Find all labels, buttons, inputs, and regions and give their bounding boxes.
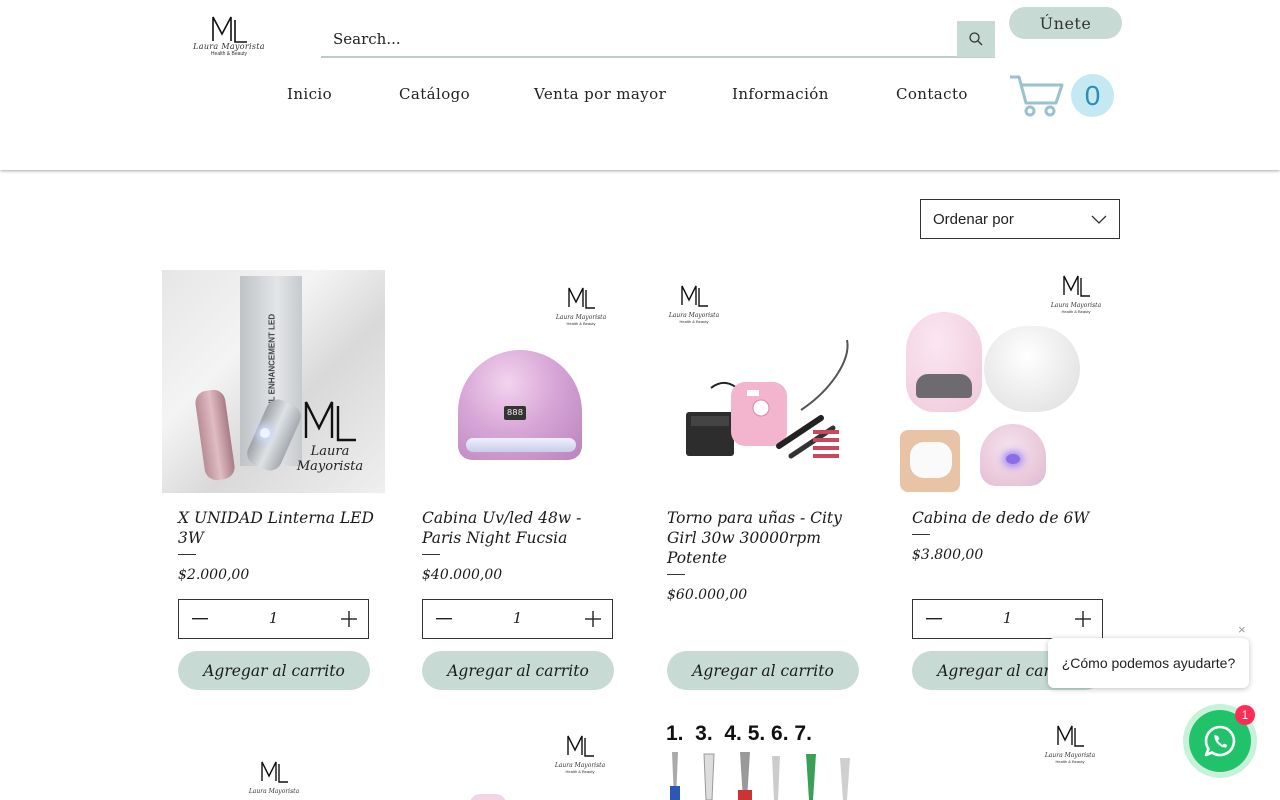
- product-image[interactable]: Laura Mayorista Health & Beauty: [896, 270, 1119, 493]
- plus-icon: [341, 611, 357, 627]
- product-price: $60.000,00: [667, 587, 748, 603]
- drill-bits-label: 1. 3. 4. 5. 6. 7.: [666, 722, 812, 745]
- product-divider: [422, 554, 440, 555]
- watermark-tagline: Health & Beauty: [566, 321, 596, 326]
- cart-button[interactable]: 0: [1008, 72, 1118, 120]
- join-button[interactable]: Únete: [1009, 7, 1122, 39]
- sort-label: Ordenar por: [933, 210, 1014, 228]
- quantity-value[interactable]: 1: [1003, 609, 1013, 627]
- watermark-brand-text: Laura Mayorista: [554, 762, 606, 769]
- watermark-logo: Laura Mayorista Health & Beauty: [540, 734, 620, 774]
- add-to-cart-button[interactable]: Agregar al carrito: [667, 651, 859, 690]
- cart-count-badge: 0: [1071, 74, 1114, 117]
- product-image-fragment: [470, 794, 506, 800]
- chat-prompt-text: ¿Cómo podemos ayudarte?: [1061, 655, 1236, 671]
- logo-brand-text: Laura Mayorista: [193, 42, 265, 51]
- quantity-value[interactable]: 1: [269, 609, 279, 627]
- logo-monogram-icon: [567, 735, 594, 757]
- watermark-logo: Laura Mayorista Health & Beauty: [1030, 724, 1110, 764]
- product-price: $3.800,00: [912, 547, 984, 563]
- product-card: Laura Mayorista Health & Beauty 888 Cabi…: [406, 270, 629, 690]
- plus-icon: [585, 611, 601, 627]
- product-name[interactable]: Torno para uñas - City Girl 30w 30000rpm…: [667, 508, 867, 568]
- quantity-decrease-button[interactable]: [433, 608, 455, 630]
- site-logo[interactable]: Laura Mayorista Health & Beauty: [186, 14, 272, 66]
- site-header: Laura Mayorista Health & Beauty Únete In…: [0, 0, 1280, 170]
- product-divider: [178, 554, 196, 555]
- search-input[interactable]: [321, 21, 957, 56]
- quantity-increase-button[interactable]: [582, 608, 604, 630]
- plus-icon: [1075, 611, 1091, 627]
- watermark-logo: Laura Mayorista Health & Beauty: [1036, 274, 1116, 314]
- watermark-brand-text: Laura Mayorista: [555, 314, 607, 321]
- logo-monogram-icon: [304, 401, 356, 442]
- quantity-decrease-button[interactable]: [923, 608, 945, 630]
- watermark-tagline: Health & Beauty: [1061, 309, 1091, 314]
- quantity-increase-button[interactable]: [338, 608, 360, 630]
- minus-icon: [436, 618, 452, 620]
- nav-item-contacto[interactable]: Contacto: [896, 85, 968, 103]
- product-image-label: 888: [504, 406, 526, 420]
- nav-item-inicio[interactable]: Inicio: [287, 85, 332, 103]
- product-image[interactable]: NAIL ENHANCEMENT LED Laura Mayorista: [162, 270, 385, 493]
- minus-icon: [926, 618, 942, 620]
- quantity-stepper[interactable]: 1: [912, 599, 1103, 639]
- search-bar: [321, 21, 995, 58]
- drill-bits-illustration: [670, 752, 850, 800]
- whatsapp-icon: [1204, 725, 1236, 757]
- search-icon: [969, 32, 983, 46]
- product-card: Laura Mayorista Health & Beauty Cabina d…: [896, 270, 1119, 690]
- quantity-stepper[interactable]: 1: [178, 599, 369, 639]
- chat-prompt-bubble[interactable]: ¿Cómo podemos ayudarte?: [1048, 638, 1249, 688]
- product-name[interactable]: X UNIDAD Linterna LED 3W: [178, 508, 378, 548]
- notification-badge: 1: [1235, 705, 1255, 725]
- add-to-cart-button[interactable]: Agregar al carrito: [178, 651, 370, 690]
- nav-item-venta-por-mayor[interactable]: Venta por mayor: [534, 85, 666, 103]
- product-divider: [912, 534, 930, 535]
- product-card: Laura Mayorista Health & Beauty Torno pa…: [651, 270, 874, 690]
- sort-dropdown[interactable]: Ordenar por: [920, 199, 1120, 239]
- chevron-down-icon: [1091, 215, 1107, 224]
- product-card: NAIL ENHANCEMENT LED Laura Mayorista X U…: [162, 270, 385, 690]
- page: Laura Mayorista Health & Beauty Únete In…: [0, 0, 1280, 800]
- cart-icon: [1010, 75, 1064, 117]
- logo-monogram-icon: [212, 16, 247, 43]
- nav-item-catalogo[interactable]: Catálogo: [399, 85, 470, 103]
- product-divider: [667, 574, 685, 575]
- search-button[interactable]: [957, 21, 995, 57]
- product-image[interactable]: Laura Mayorista Health & Beauty 888: [406, 270, 629, 493]
- add-to-cart-button[interactable]: Agregar al carrito: [422, 651, 614, 690]
- minus-icon: [192, 618, 208, 620]
- watermark-brand-text: Laura Mayorista: [1050, 302, 1102, 309]
- product-name[interactable]: Cabina Uv/led 48w - Paris Night Fucsia: [422, 508, 622, 548]
- quantity-increase-button[interactable]: [1072, 608, 1094, 630]
- logo-monogram-icon: [568, 287, 595, 309]
- watermark-brand-text: Laura Mayorista: [248, 788, 300, 795]
- watermark-logo: Laura Mayorista Health & Beauty: [546, 286, 616, 326]
- watermark-brand-text: Laura Mayorista: [1044, 752, 1096, 759]
- watermark-logo: Laura Mayorista: [234, 760, 314, 795]
- quantity-value[interactable]: 1: [513, 609, 523, 627]
- watermark-tagline: Health & Beauty: [1055, 759, 1085, 764]
- nav-item-informacion[interactable]: Información: [732, 85, 829, 103]
- quantity-stepper[interactable]: 1: [422, 599, 613, 639]
- product-image[interactable]: Laura Mayorista Health & Beauty: [651, 270, 874, 493]
- product-row-2: Laura Mayorista Laura Mayorista Health &…: [0, 720, 1280, 800]
- logo-monogram-icon: [1063, 275, 1090, 297]
- quantity-decrease-button[interactable]: [189, 608, 211, 630]
- logo-tagline: Health & Beauty: [210, 51, 248, 57]
- chat-close-button[interactable]: ×: [1238, 622, 1246, 637]
- product-name[interactable]: Cabina de dedo de 6W: [912, 508, 1112, 528]
- watermark-brand-text: Laura Mayorista: [296, 444, 364, 474]
- watermark-logo: Laura Mayorista: [280, 398, 380, 474]
- product-price: $40.000,00: [422, 567, 503, 583]
- watermark-tagline: Health & Beauty: [565, 769, 595, 774]
- logo-monogram-icon: [1057, 725, 1084, 747]
- logo-monogram-icon: [261, 761, 288, 783]
- nail-drill-illustration: [686, 339, 849, 459]
- product-price: $2.000,00: [178, 567, 250, 583]
